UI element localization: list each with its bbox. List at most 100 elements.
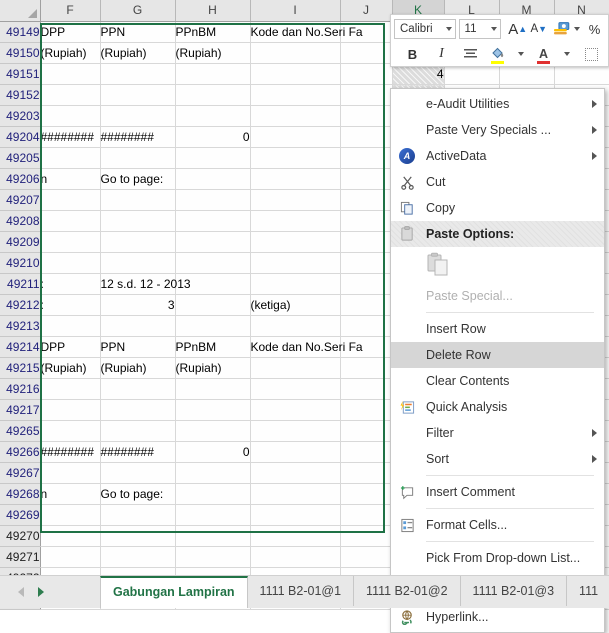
- cell-H49270[interactable]: [175, 525, 251, 547]
- cell-G49207[interactable]: [100, 189, 176, 211]
- fill-color-button[interactable]: [487, 43, 508, 65]
- fill-color-dropdown[interactable]: [508, 43, 529, 65]
- menu-item-insert-comment[interactable]: Insert Comment: [391, 479, 604, 505]
- cell-F49269[interactable]: [40, 504, 101, 526]
- cell-I49203[interactable]: [250, 105, 341, 127]
- context-menu[interactable]: e-Audit Utilities Paste Very Specials ...…: [390, 88, 605, 633]
- cell-I49208[interactable]: [250, 210, 341, 232]
- previous-sheet-icon[interactable]: [18, 587, 24, 597]
- cell-J49215[interactable]: [340, 357, 393, 379]
- increase-font-size-button[interactable]: A ▲: [507, 18, 528, 40]
- cell-I49214[interactable]: Kode dan No.Seri Fa: [250, 336, 363, 358]
- cell-F49215[interactable]: (Rupiah): [40, 357, 101, 379]
- sheet-nav-buttons[interactable]: [8, 576, 44, 608]
- cell-H49268[interactable]: [175, 483, 251, 505]
- cell-I49204[interactable]: [250, 126, 341, 148]
- cell-J49271[interactable]: [340, 546, 393, 568]
- cell-J49266[interactable]: [340, 441, 393, 463]
- cell-J49267[interactable]: [340, 462, 393, 484]
- cell-G49208[interactable]: [100, 210, 176, 232]
- cell-G49270[interactable]: [100, 525, 176, 547]
- cell-H49216[interactable]: [175, 378, 251, 400]
- cell-J49203[interactable]: [340, 105, 393, 127]
- column-header-g[interactable]: G: [100, 0, 176, 22]
- column-header-h[interactable]: H: [175, 0, 251, 22]
- font-size-combo[interactable]: 11: [458, 19, 502, 39]
- paste-options-icons[interactable]: [391, 247, 604, 283]
- row-header[interactable]: 49150: [0, 42, 41, 64]
- row-header[interactable]: 49211: [0, 273, 41, 295]
- cell-I49206[interactable]: [250, 168, 341, 190]
- row-header[interactable]: 49149: [0, 21, 41, 43]
- cell-H49203[interactable]: [175, 105, 251, 127]
- mini-formatting-toolbar[interactable]: Calibri 11 A ▲ A ▼ % B I A: [390, 14, 609, 67]
- row-header[interactable]: 49152: [0, 84, 41, 106]
- cell-H49210[interactable]: [175, 252, 251, 274]
- cell-F49270[interactable]: [40, 525, 101, 547]
- cell-J49152[interactable]: [340, 84, 393, 106]
- cell-I49210[interactable]: [250, 252, 341, 274]
- row-header[interactable]: 49214: [0, 336, 41, 358]
- cell-F49212[interactable]: :: [40, 294, 101, 316]
- italic-button[interactable]: I: [431, 43, 452, 65]
- cell-F49205[interactable]: [40, 147, 101, 169]
- sheet-tab-4[interactable]: 111: [567, 576, 609, 606]
- row-header[interactable]: 49268: [0, 483, 41, 505]
- cell-G49214[interactable]: PPN: [100, 336, 176, 358]
- cell-J49206[interactable]: [340, 168, 393, 190]
- cell-H49209[interactable]: [175, 231, 251, 253]
- bold-button[interactable]: B: [402, 43, 423, 65]
- cell-I49267[interactable]: [250, 462, 341, 484]
- cell-H49151[interactable]: [175, 63, 251, 85]
- cell-I49269[interactable]: [250, 504, 341, 526]
- cell-G49203[interactable]: [100, 105, 176, 127]
- cell-H49205[interactable]: [175, 147, 251, 169]
- decrease-font-size-button[interactable]: A ▼: [528, 18, 549, 40]
- cell-I49212[interactable]: (ketiga): [250, 294, 341, 316]
- row-header[interactable]: 49270: [0, 525, 41, 547]
- cell-I49149[interactable]: Kode dan No.Seri Fa: [250, 21, 363, 43]
- cell-H49149[interactable]: PPnBM: [175, 21, 251, 43]
- cell-J49208[interactable]: [340, 210, 393, 232]
- cell-I49216[interactable]: [250, 378, 341, 400]
- cell-G49217[interactable]: [100, 399, 176, 421]
- cell-I49270[interactable]: [250, 525, 341, 547]
- cell-F49206[interactable]: n: [40, 168, 101, 190]
- cell-I49151[interactable]: [250, 63, 341, 85]
- cell-G49211[interactable]: 12 s.d. 12 - 2013: [100, 273, 191, 295]
- cell-G49215[interactable]: (Rupiah): [100, 357, 176, 379]
- cell-G49271[interactable]: [100, 546, 176, 568]
- borders-button[interactable]: [581, 43, 602, 65]
- sheet-tab-0[interactable]: Gabungan Lampiran: [100, 576, 248, 608]
- cell-I49271[interactable]: [250, 546, 341, 568]
- cell-F49217[interactable]: [40, 399, 101, 421]
- cell-H49207[interactable]: [175, 189, 251, 211]
- font-name-combo[interactable]: Calibri: [394, 19, 456, 39]
- cell-J49151[interactable]: [340, 63, 393, 85]
- menu-item-pick-from-drop-down-list[interactable]: Pick From Drop-down List...: [391, 545, 604, 571]
- row-header[interactable]: 49205: [0, 147, 41, 169]
- center-align-button[interactable]: [460, 43, 481, 65]
- percent-style-button[interactable]: %: [584, 18, 605, 40]
- accounting-number-format-button[interactable]: [553, 18, 580, 40]
- cell-H49271[interactable]: [175, 546, 251, 568]
- cell-G49206[interactable]: Go to page:: [100, 168, 176, 190]
- cell-F49209[interactable]: [40, 231, 101, 253]
- column-header-i[interactable]: I: [250, 0, 341, 22]
- cell-I49217[interactable]: [250, 399, 341, 421]
- cell-G49150[interactable]: (Rupiah): [100, 42, 176, 64]
- sheet-tab-3[interactable]: 1111 B2-01@3: [461, 576, 568, 606]
- row-header[interactable]: 49271: [0, 546, 41, 568]
- cell-G49268[interactable]: Go to page:: [100, 483, 176, 505]
- menu-item-paste-options[interactable]: Paste Options:: [391, 221, 604, 247]
- cell-J49205[interactable]: [340, 147, 393, 169]
- cell-J49265[interactable]: [340, 420, 393, 442]
- cell-H49206[interactable]: [175, 168, 251, 190]
- cell-F49265[interactable]: [40, 420, 101, 442]
- cell-G49269[interactable]: [100, 504, 176, 526]
- cell-F49149[interactable]: DPP: [40, 21, 101, 43]
- cell-F49210[interactable]: [40, 252, 101, 274]
- row-header[interactable]: 49266: [0, 441, 41, 463]
- cell-H49217[interactable]: [175, 399, 251, 421]
- font-color-dropdown[interactable]: [554, 43, 575, 65]
